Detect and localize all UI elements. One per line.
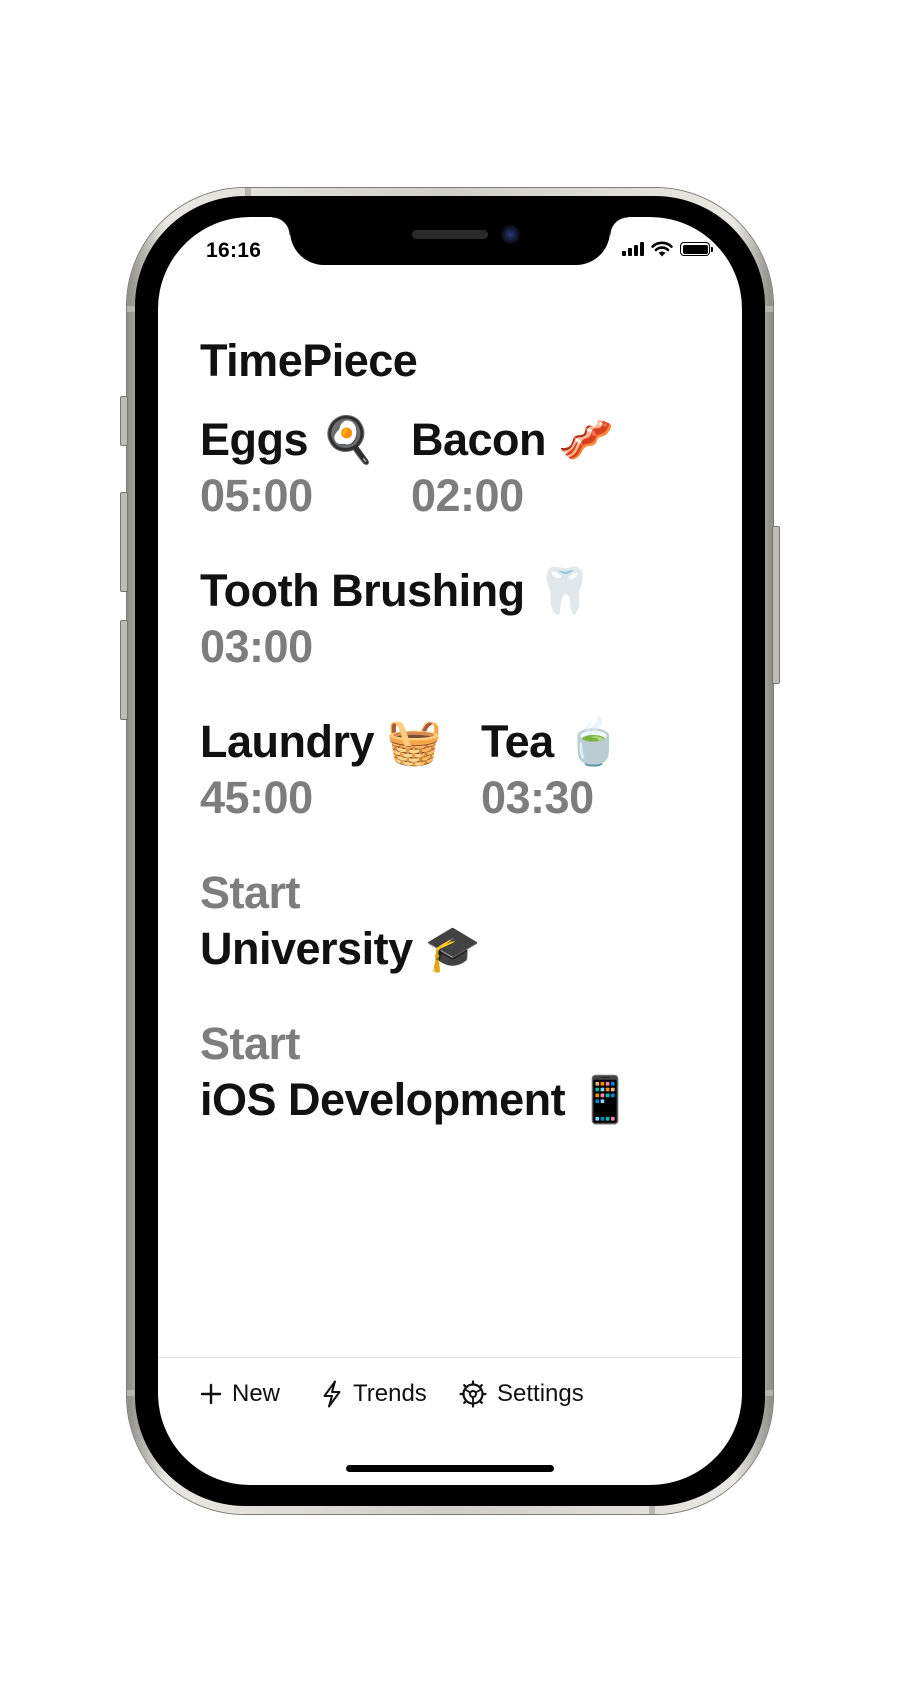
notch [272,217,628,265]
timer-duration: 02:00 [411,470,524,521]
timer-duration: 05:00 [200,470,313,521]
start-university[interactable]: Start University 🎓 [200,865,481,977]
start-name: University 🎓 [200,922,481,975]
antenna-band [649,1506,655,1514]
bolt-icon [323,1380,341,1408]
timer-name: Tooth Brushing 🦷 [200,564,593,617]
battery-icon [680,242,713,256]
timer-bacon[interactable]: Bacon 🥓 02:00 [411,412,614,524]
front-camera [501,225,520,244]
tab-trends[interactable]: Trends [321,1380,427,1408]
timer-tooth-brushing[interactable]: Tooth Brushing 🦷 03:00 [200,563,593,675]
bacon-icon: 🥓 [558,413,614,466]
antenna-band [765,306,773,312]
timer-name: Tea 🍵 [481,715,622,768]
frying-pan-icon: 🍳 [320,413,376,466]
tab-settings-label: Settings [497,1380,584,1407]
timer-name: Bacon 🥓 [411,413,614,466]
start-label: Start [200,867,301,918]
phone-screen: 16:16 TimePiece Eggs 🍳 05:00 Bacon 🥓 02:… [158,217,742,1485]
basket-icon: 🧺 [386,715,442,768]
timer-name: Eggs 🍳 [200,413,376,466]
timer-duration: 03:00 [200,621,313,672]
plus-icon [200,1383,222,1405]
tab-settings[interactable]: Settings [459,1380,584,1408]
tab-trends-label: Trends [353,1380,427,1407]
graduation-cap-icon: 🎓 [424,922,481,975]
timer-tea[interactable]: Tea 🍵 03:30 [481,714,622,826]
tea-icon: 🍵 [565,715,622,768]
timer-name: Laundry 🧺 [200,715,442,768]
volume-up-button [120,492,128,592]
wifi-icon [651,241,673,257]
timer-duration: 03:30 [481,772,594,823]
power-button [772,526,780,684]
status-icons [622,241,713,257]
timer-eggs[interactable]: Eggs 🍳 05:00 [200,412,376,524]
antenna-band [127,1390,135,1396]
start-label: Start [200,1018,301,1069]
mute-switch [120,396,128,446]
antenna-band [127,306,135,312]
app-title: TimePiece [200,335,418,386]
timer-duration: 45:00 [200,772,313,823]
antenna-band [245,188,251,196]
tooth-icon: 🦷 [536,564,593,617]
timer-laundry[interactable]: Laundry 🧺 45:00 [200,714,442,826]
mobile-phone-icon: 📱 [577,1073,633,1126]
start-name: iOS Development 📱 [200,1073,633,1126]
tab-new-label: New [232,1380,281,1407]
volume-down-button [120,620,128,720]
start-ios-development[interactable]: Start iOS Development 📱 [200,1016,633,1128]
antenna-band [765,1390,773,1396]
tab-new[interactable]: New [200,1380,280,1408]
gear-icon [459,1380,487,1408]
tab-bar: New Trends Settings [158,1357,742,1438]
home-indicator[interactable] [346,1465,554,1472]
cellular-signal-icon [622,242,644,256]
status-time: 16:16 [206,239,262,262]
earpiece-speaker [412,230,488,239]
